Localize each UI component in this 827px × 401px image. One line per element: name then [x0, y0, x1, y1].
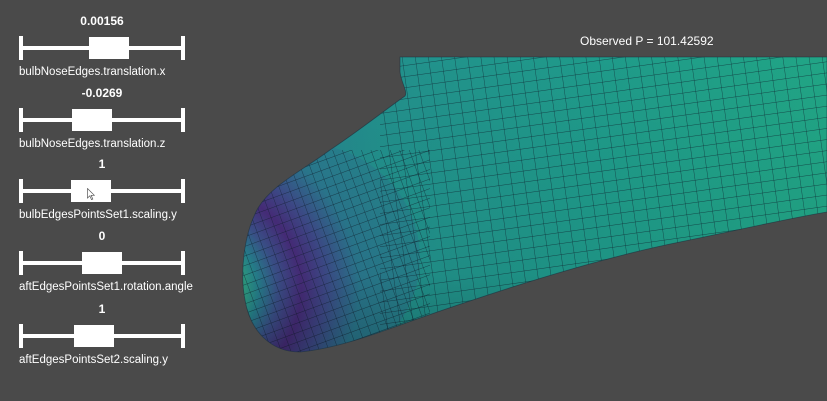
render-viewport[interactable]: Observed P = 101.42592 0.00156 bulbNoseE… [0, 0, 827, 401]
slider-min-cap [19, 179, 23, 203]
slider-track[interactable] [19, 108, 185, 132]
slider-track[interactable] [19, 324, 185, 348]
slider-max-cap [181, 36, 185, 60]
slider-max-cap [181, 108, 185, 132]
slider-value: 1 [98, 157, 106, 171]
slider-label: aftEdgesPointsSet2.scaling.y [19, 354, 168, 366]
slider-value: 1 [98, 302, 106, 316]
slider-bulb-edges-scaling-y[interactable]: 1 bulbEdgesPointsSet1.scaling.y [19, 157, 219, 221]
slider-handle[interactable] [88, 37, 129, 59]
mouse-pointer-icon [87, 188, 95, 200]
slider-aft-edges-rotation-angle[interactable]: 0 aftEdgesPointsSet1.rotation.angle [19, 229, 219, 293]
slider-min-cap [19, 36, 23, 60]
slider-value: -0.0269 [81, 86, 123, 100]
slider-aft-edges-scaling-y[interactable]: 1 aftEdgesPointsSet2.scaling.y [19, 302, 219, 366]
slider-label: bulbNoseEdges.translation.z [19, 138, 166, 150]
slider-handle[interactable] [74, 325, 115, 347]
observed-p-readout: Observed P = 101.42592 [580, 34, 714, 48]
slider-max-cap [181, 251, 185, 275]
slider-max-cap [181, 324, 185, 348]
slider-min-cap [19, 251, 23, 275]
slider-label: aftEdgesPointsSet1.rotation.angle [19, 281, 193, 293]
slider-value: 0.00156 [80, 14, 124, 28]
slider-label: bulbNoseEdges.translation.x [19, 66, 166, 78]
slider-bulb-nose-translation-x[interactable]: 0.00156 bulbNoseEdges.translation.x [19, 14, 219, 78]
slider-bulb-nose-translation-z[interactable]: -0.0269 bulbNoseEdges.translation.z [19, 86, 219, 150]
slider-min-cap [19, 324, 23, 348]
hull-surface [242, 57, 827, 352]
slider-track[interactable] [19, 179, 185, 203]
slider-handle[interactable] [82, 252, 122, 274]
slider-value: 0 [98, 229, 106, 243]
slider-track[interactable] [19, 251, 185, 275]
slider-label: bulbEdgesPointsSet1.scaling.y [19, 209, 177, 221]
slider-handle[interactable] [71, 109, 112, 131]
slider-max-cap [181, 179, 185, 203]
slider-track[interactable] [19, 36, 185, 60]
slider-min-cap [19, 108, 23, 132]
